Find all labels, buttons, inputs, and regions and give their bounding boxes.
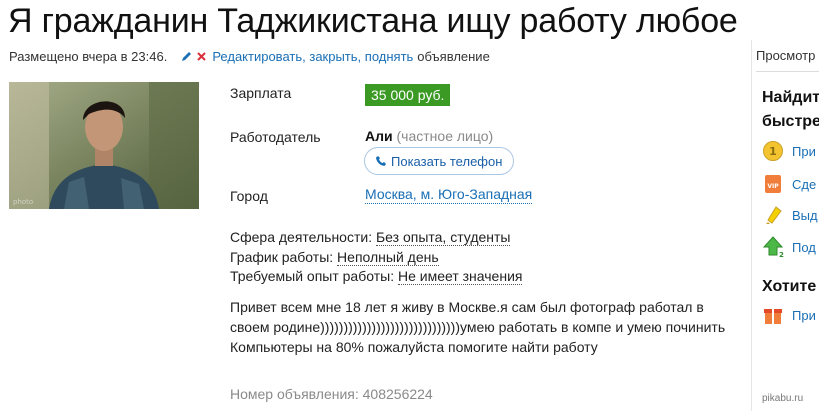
- attribute-label: Сфера деятельности:: [230, 229, 373, 245]
- edit-link[interactable]: Редактировать,: [212, 49, 305, 64]
- vip-icon: VIP: [765, 175, 781, 193]
- sidebar-item[interactable]: VIP Сде: [762, 172, 816, 196]
- show-phone-button[interactable]: Показать телефон: [364, 147, 514, 175]
- svg-text:photo: photo: [13, 198, 33, 206]
- meta-tail: объявление: [417, 49, 490, 64]
- salary-badge: 35 000 руб.: [365, 84, 451, 106]
- svg-text:2: 2: [779, 251, 784, 258]
- sidebar-views: Просмотр: [756, 48, 816, 63]
- sidebar-item[interactable]: При: [762, 303, 816, 327]
- pencil-icon[interactable]: [181, 51, 192, 62]
- attribute-value[interactable]: Не имеет значения: [397, 268, 523, 285]
- sidebar-heading: быстре: [762, 113, 819, 130]
- gift-box-icon: [764, 309, 782, 324]
- marker-icon: [766, 206, 782, 224]
- ad-photo[interactable]: photo: [9, 82, 199, 209]
- employer: Али (частное лицо): [365, 128, 493, 144]
- coin-icon: 1: [763, 141, 783, 161]
- attribute-label: График работы:: [230, 249, 334, 265]
- svg-text:1: 1: [769, 145, 777, 158]
- sidebar-heading: Хотите: [762, 278, 817, 295]
- attribute-label: Требуемый опыт работы:: [230, 268, 395, 284]
- sidebar-item[interactable]: 1 При: [762, 139, 816, 163]
- salary-label: Зарплата: [230, 85, 292, 101]
- sidebar-divider: [751, 40, 752, 411]
- attribute-row: График работы: Неполный день: [230, 249, 439, 266]
- person-photo: photo: [9, 82, 199, 209]
- city-link[interactable]: Москва, м. Юго-Западная: [365, 186, 533, 204]
- up-arrow-icon: 2: [762, 236, 784, 258]
- sidebar-item[interactable]: 2 Под: [762, 235, 816, 259]
- ad-number: Номер объявления: 408256224: [230, 386, 433, 402]
- close-link[interactable]: закрыть,: [309, 49, 361, 64]
- page-title: Я гражданин Таджикистана ищу работу любо…: [8, 2, 738, 40]
- ad-meta: Размещено вчера в 23:46. Редактировать, …: [9, 49, 490, 64]
- employer-kind: (частное лицо): [396, 128, 494, 144]
- attribute-row: Требуемый опыт работы: Не имеет значения: [230, 268, 523, 285]
- sidebar-rule: [756, 71, 819, 72]
- attribute-value[interactable]: Неполный день: [337, 249, 439, 266]
- city-label: Город: [230, 188, 268, 204]
- employer-name: Али: [365, 128, 393, 144]
- employer-label: Работодатель: [230, 129, 321, 145]
- watermark: pikabu.ru: [762, 393, 804, 404]
- attribute-value[interactable]: Без опыта, студенты: [375, 229, 511, 246]
- svg-text:VIP: VIP: [767, 183, 779, 190]
- sidebar-item[interactable]: Выд: [762, 203, 818, 227]
- phone-icon: [376, 156, 386, 166]
- sidebar-heading: Найдит: [762, 89, 819, 106]
- ad-description: Привет всем мне 18 лет я живу в Москве.я…: [230, 299, 726, 355]
- close-icon[interactable]: [196, 51, 207, 62]
- show-phone-label: Показать телефон: [391, 153, 503, 169]
- raise-link[interactable]: поднять: [365, 49, 414, 64]
- attribute-row: Сфера деятельности: Без опыта, студенты: [230, 229, 511, 246]
- posted-time: Размещено вчера в 23:46.: [9, 49, 168, 64]
